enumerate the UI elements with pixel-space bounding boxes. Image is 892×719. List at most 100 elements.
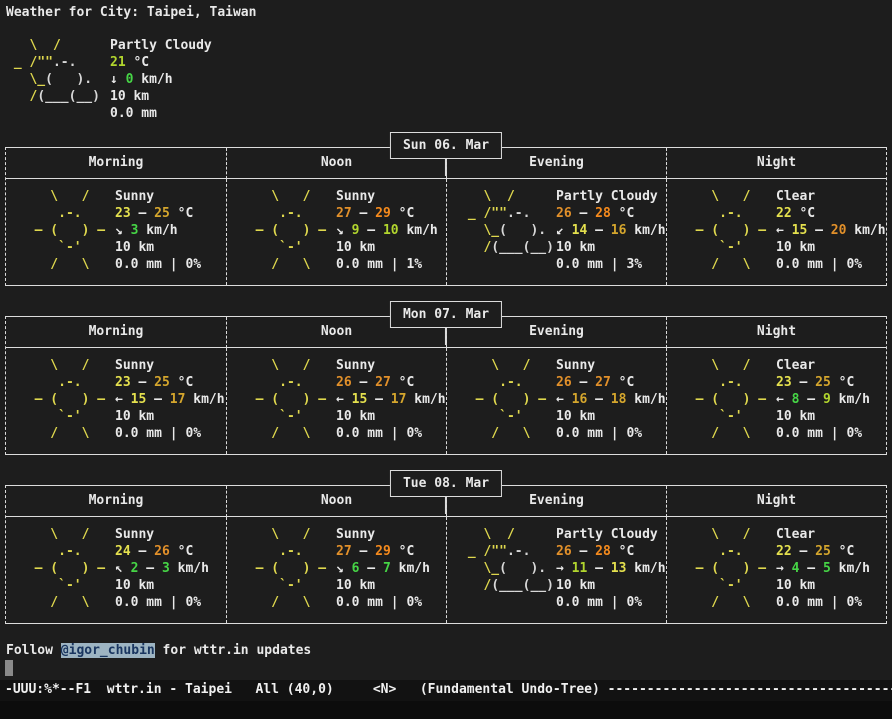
wind-info: ← 15 – 17 km/h [115, 391, 225, 408]
date-label: Sun 06. Mar [403, 138, 489, 153]
cell-details: Clear23 – 25 °C← 8 – 9 km/h10 km0.0 mm |… [776, 357, 870, 442]
cell-details: Sunny23 – 25 °C↘ 3 km/h10 km0.0 mm | 0% [115, 188, 201, 273]
period-header-night: Night [666, 486, 886, 517]
condition-label: Sunny [115, 188, 201, 205]
sunny-art-icon: \ / .-. ― ( ) ― `-' / \ [19, 526, 115, 611]
forecast-cell-noon: \ / .-. ― ( ) ― `-' / \Sunny26 – 27 °C← … [226, 348, 446, 454]
visibility: 10 km [115, 577, 209, 594]
precipitation: 0.0 mm | 0% [556, 594, 666, 611]
temp-range: 21 °C [110, 54, 212, 71]
visibility: 10 km [776, 577, 870, 594]
temp-range: 26 – 27 °C [336, 374, 446, 391]
page-title: Weather for City: Taipei, Taiwan [0, 0, 892, 21]
visibility: 10 km [115, 408, 225, 425]
wind-info: → 11 – 13 km/h [556, 560, 666, 577]
emacs-modeline[interactable]: -UUU:%*--F1 wttr.in - Taipei All (40,0) … [0, 680, 892, 701]
precipitation: 0.0 mm | 3% [556, 256, 666, 273]
visibility: 10 km [115, 239, 201, 256]
visibility: 10 km [556, 577, 666, 594]
footer-prefix: Follow [6, 643, 61, 658]
condition-label: Partly Cloudy [110, 37, 212, 54]
precipitation: 0.0 mm | 1% [336, 256, 438, 273]
wind-info: → 4 – 5 km/h [776, 560, 870, 577]
temp-range: 22 – 25 °C [776, 543, 870, 560]
date-box: Mon 07. Mar [390, 301, 502, 328]
wind-info: ← 8 – 9 km/h [776, 391, 870, 408]
date-box: Tue 08. Mar [390, 470, 502, 497]
condition-label: Sunny [556, 357, 666, 374]
forecast-day: Sun 06. MarMorningNoonEveningNight \ / .… [5, 132, 887, 286]
temp-range: 27 – 29 °C [336, 205, 438, 222]
partly-cloudy-art-icon: \ / _ /"".-. \_( ). /(___(__) [460, 526, 556, 611]
forecast-cell-evening: \ / _ /"".-. \_( ). /(___(__) Partly Clo… [446, 179, 666, 285]
visibility: 10 km [556, 239, 666, 256]
condition-label: Sunny [336, 357, 446, 374]
wind-info: ← 15 – 20 km/h [776, 222, 886, 239]
echo-area[interactable] [0, 701, 892, 719]
forecast-cell-night: \ / .-. ― ( ) ― `-' / \Clear22 °C← 15 – … [666, 179, 886, 285]
visibility: 10 km [336, 239, 438, 256]
temp-range: 23 – 25 °C [115, 374, 225, 391]
forecast-cell-noon: \ / .-. ― ( ) ― `-' / \Sunny27 – 29 °C↘ … [226, 517, 446, 623]
condition-label: Partly Cloudy [556, 526, 666, 543]
condition-label: Partly Cloudy [556, 188, 666, 205]
cell-details: Clear22 – 25 °C→ 4 – 5 km/h10 km0.0 mm |… [776, 526, 870, 611]
cell-details: Clear22 °C← 15 – 20 km/h10 km0.0 mm | 0% [776, 188, 886, 273]
cell-details: Partly Cloudy26 – 28 °C→ 11 – 13 km/h10 … [556, 526, 666, 611]
forecast-cell-night: \ / .-. ― ( ) ― `-' / \Clear22 – 25 °C→ … [666, 517, 886, 623]
precipitation: 0.0 mm | 0% [115, 594, 209, 611]
temp-range: 26 – 28 °C [556, 205, 666, 222]
wttr-buffer[interactable]: Weather for City: Taipei, Taiwan \ / _ /… [0, 0, 892, 681]
sunny-art-icon: \ / .-. ― ( ) ― `-' / \ [680, 188, 776, 273]
footer-suffix: for wttr.in updates [155, 643, 312, 658]
period-header-morning: Morning [6, 317, 226, 348]
twitter-handle-link[interactable]: @igor_chubin [61, 643, 155, 658]
temp-range: 23 – 25 °C [776, 374, 870, 391]
date-box: Sun 06. Mar [390, 132, 502, 159]
cell-details: Sunny24 – 26 °C↖ 2 – 3 km/h10 km0.0 mm |… [115, 526, 209, 611]
wind-info: ↓ 0 km/h [110, 71, 212, 88]
condition-label: Sunny [336, 188, 438, 205]
footer-line: Follow @igor_chubin for wttr.in updates [6, 642, 892, 659]
sunny-art-icon: \ / .-. ― ( ) ― `-' / \ [19, 188, 115, 273]
precipitation: 0.0 mm | 0% [776, 594, 870, 611]
emacs-frame: Weather for City: Taipei, Taiwan \ / _ /… [0, 0, 892, 719]
forecast-cell-evening: \ / _ /"".-. \_( ). /(___(__) Partly Clo… [446, 517, 666, 623]
partly-cloudy-art-icon: \ / _ /"".-. \_( ). /(___(__) [460, 188, 556, 273]
text-cursor [5, 660, 13, 676]
temp-range: 26 – 27 °C [556, 374, 666, 391]
cell-details: Sunny23 – 25 °C← 15 – 17 km/h10 km0.0 mm… [115, 357, 225, 442]
current-details: Partly Cloudy21 °C↓ 0 km/h10 km0.0 mm [110, 37, 212, 122]
temp-range: 22 °C [776, 205, 886, 222]
sunny-art-icon: \ / .-. ― ( ) ― `-' / \ [240, 188, 336, 273]
period-header-night: Night [666, 148, 886, 179]
period-header-night: Night [666, 317, 886, 348]
condition-label: Clear [776, 357, 870, 374]
period-header-morning: Morning [6, 486, 226, 517]
wind-info: ↘ 9 – 10 km/h [336, 222, 438, 239]
sunny-art-icon: \ / .-. ― ( ) ― `-' / \ [460, 357, 556, 442]
precipitation: 0.0 mm | 0% [556, 425, 666, 442]
temp-range: 26 – 28 °C [556, 543, 666, 560]
sunny-art-icon: \ / .-. ― ( ) ― `-' / \ [240, 357, 336, 442]
date-label: Mon 07. Mar [403, 307, 489, 322]
period-header-morning: Morning [6, 148, 226, 179]
forecast-cell-night: \ / .-. ― ( ) ― `-' / \Clear23 – 25 °C← … [666, 348, 886, 454]
visibility: 10 km [336, 408, 446, 425]
condition-label: Sunny [115, 357, 225, 374]
temp-range: 27 – 29 °C [336, 543, 430, 560]
forecast-cell-noon: \ / .-. ― ( ) ― `-' / \Sunny27 – 29 °C↘ … [226, 179, 446, 285]
sunny-art-icon: \ / .-. ― ( ) ― `-' / \ [19, 357, 115, 442]
visibility: 10 km [776, 239, 886, 256]
wind-info: ↘ 3 km/h [115, 222, 201, 239]
forecast-cell-evening: \ / .-. ― ( ) ― `-' / \Sunny26 – 27 °C← … [446, 348, 666, 454]
precipitation: 0.0 mm | 0% [776, 425, 870, 442]
forecast-cell-morning: \ / .-. ― ( ) ― `-' / \Sunny24 – 26 °C↖ … [6, 517, 226, 623]
cell-details: Sunny27 – 29 °C↘ 6 – 7 km/h10 km0.0 mm |… [336, 526, 430, 611]
wind-info: ↖ 2 – 3 km/h [115, 560, 209, 577]
temp-range: 24 – 26 °C [115, 543, 209, 560]
condition-label: Clear [776, 188, 886, 205]
forecast-cell-morning: \ / .-. ― ( ) ― `-' / \Sunny23 – 25 °C↘ … [6, 179, 226, 285]
forecast-days: Sun 06. MarMorningNoonEveningNight \ / .… [0, 132, 892, 624]
visibility: 10 km [556, 408, 666, 425]
